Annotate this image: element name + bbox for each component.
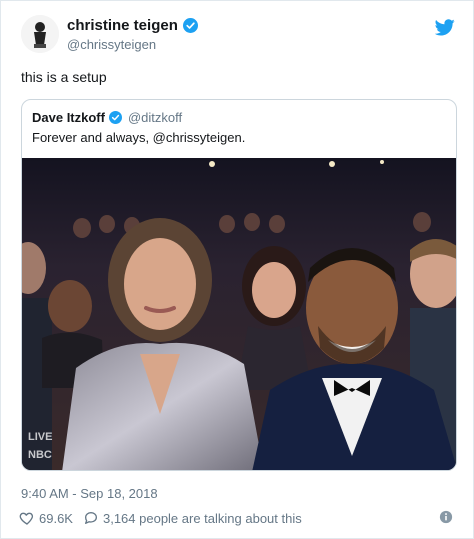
verified-badge-icon [182,18,198,33]
like-button[interactable]: 69.6K [19,510,73,526]
conversation-link[interactable]: 3,164 people are talking about this [83,510,302,526]
quoted-author[interactable]: Dave Itzkoff @ditzkoff [32,110,182,125]
tweet-text: this is a setup [21,69,107,85]
quoted-tweet-text: Forever and always, @chrissyteigen. [32,130,246,145]
author-avatar[interactable] [21,15,59,53]
svg-text:LIVE: LIVE [28,431,52,443]
author-name-text[interactable]: christine teigen [67,17,178,34]
twitter-bird-icon[interactable] [435,19,455,36]
author-name[interactable]: christine teigen [67,17,198,34]
tweet-card: christine teigen @chrissyteigen this is … [0,0,474,539]
quoted-author-name[interactable]: Dave Itzkoff [32,110,105,125]
quoted-author-handle[interactable]: @ditzkoff [128,110,182,125]
quoted-photo[interactable]: LIVE NBC [22,158,456,470]
svg-text:NBC: NBC [28,449,52,461]
tweet-actions: 69.6K 3,164 people are talking about thi… [19,510,312,526]
info-icon[interactable] [439,510,453,524]
author-handle[interactable]: @chrissyteigen [67,37,156,52]
heart-icon [19,512,34,525]
like-count: 69.6K [39,510,73,526]
quoted-tweet[interactable]: Dave Itzkoff @ditzkoff Forever and alway… [21,99,457,471]
audience-photo: LIVE NBC [22,158,456,470]
tweet-timestamp[interactable]: 9:40 AM - Sep 18, 2018 [21,486,158,501]
verified-badge-icon [108,111,122,124]
conversation-text: 3,164 people are talking about this [102,510,302,526]
reply-bubble-icon [84,511,97,524]
